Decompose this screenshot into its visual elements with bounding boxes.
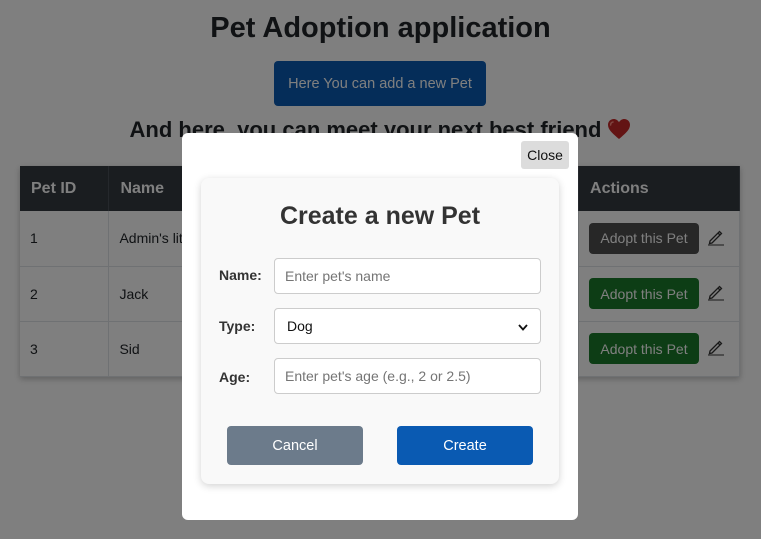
pet-type-selected: Dog [287,318,313,334]
create-button[interactable]: Create [397,426,533,465]
pet-age-input[interactable] [274,358,541,394]
type-label: Type: [219,318,256,334]
create-pet-modal: Close Create a new Pet Name: Type: Dog A… [182,133,578,520]
pet-type-select[interactable]: Dog [274,308,541,344]
form-title: Create a new Pet [279,202,481,230]
name-label: Name: [219,267,262,283]
page: Pet Adoption application Here You can ad… [0,0,761,539]
chevron-down-icon [518,318,528,334]
cancel-button[interactable]: Cancel [227,426,363,465]
create-pet-form: Create a new Pet Name: Type: Dog Age: Ca… [201,178,559,484]
close-button[interactable]: Close [521,141,569,169]
pet-name-input[interactable] [274,258,541,294]
age-label: Age: [219,369,251,385]
